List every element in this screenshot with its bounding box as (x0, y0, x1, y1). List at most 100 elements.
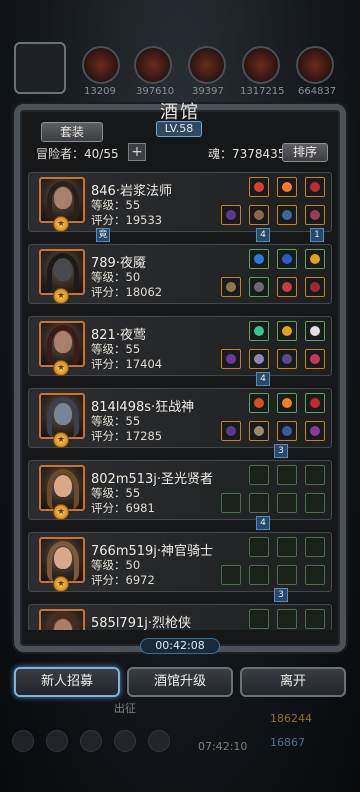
equipment-slot[interactable] (249, 349, 269, 369)
equipment-grid (221, 535, 332, 591)
info-row: 冒险者：40/55 + 魂：7378435 排序 (36, 143, 328, 163)
equipment-slot[interactable] (249, 277, 269, 297)
hero-card[interactable]: ★ 821·夜莺 等级：55 评分：17404 (28, 316, 332, 376)
hero-card[interactable]: ★ 814l498s·狂战神 等级：55 评分：17285 (28, 388, 332, 448)
empty-slot-icon[interactable] (221, 565, 241, 585)
equipment-grid (221, 463, 332, 519)
resource-slot-1[interactable] (82, 46, 120, 84)
empty-slot-icon[interactable] (305, 537, 325, 557)
equipment-slot[interactable] (277, 177, 297, 197)
empty-slot-icon[interactable] (305, 493, 325, 513)
hero-level: 等级：55 (91, 486, 141, 500)
equipment-slot[interactable] (305, 205, 325, 225)
empty-slot-icon[interactable] (221, 493, 241, 513)
link-tag: 1 (310, 228, 324, 242)
add-slot-button[interactable]: + (128, 143, 146, 161)
hero-score: 评分：17404 (91, 357, 163, 371)
equipment-slot[interactable] (305, 249, 325, 269)
empty-slot-icon[interactable] (249, 537, 269, 557)
hero-score: 评分：6981 (91, 501, 155, 515)
empty-slot-icon[interactable] (277, 565, 297, 585)
resource-slot-4[interactable] (242, 46, 280, 84)
top-resource-bar: 13209 397610 39397 1317215 664837 (0, 40, 360, 102)
hero-card[interactable]: 585l791j·烈枪侠 (28, 604, 332, 630)
equipment-slot[interactable] (249, 177, 269, 197)
equipment-slot[interactable] (277, 205, 297, 225)
equipment-slot[interactable] (277, 393, 297, 413)
hero-level: 等级：55 (91, 414, 141, 428)
equipment-grid (221, 391, 332, 447)
empty-slot-icon[interactable] (277, 537, 297, 557)
equipment-slot[interactable] (277, 249, 297, 269)
link-tag: 3 (274, 588, 288, 602)
empty-slot-icon[interactable] (277, 493, 297, 513)
resource-value-2: 397610 (136, 86, 175, 97)
skill-slot-icon[interactable] (12, 730, 34, 752)
equipment-slot[interactable] (305, 421, 325, 441)
resource-value-1: 13209 (84, 86, 116, 97)
empty-slot-icon[interactable] (277, 609, 297, 629)
resource-value-5: 664837 (298, 86, 337, 97)
link-tag: 竟 (96, 228, 110, 242)
resource-slot-2[interactable] (134, 46, 172, 84)
hero-portrait[interactable] (39, 609, 85, 630)
hero-list[interactable]: ★ 846·岩浆法师 等级：55 评分：19533 竟 4 1 ★ 789·夜魇… (28, 168, 332, 630)
resource-slot-5[interactable] (296, 46, 334, 84)
empty-slot-icon[interactable] (249, 609, 269, 629)
set-button[interactable]: 套装 (41, 122, 103, 142)
leave-button[interactable]: 离开 (240, 667, 346, 697)
equipment-slot[interactable] (305, 393, 325, 413)
hero-card[interactable]: ★ 766m519j·神官骑士 等级：50 评分：6972 (28, 532, 332, 592)
resource-slot-3[interactable] (188, 46, 226, 84)
skill-slot-icon[interactable] (148, 730, 170, 752)
skill-slot-icon[interactable] (46, 730, 68, 752)
equipment-slot[interactable] (221, 277, 241, 297)
hero-card[interactable]: ★ 802m513j·圣光贤者 等级：55 评分：6981 (28, 460, 332, 520)
equipment-grid (221, 319, 332, 375)
equipment-slot[interactable] (305, 321, 325, 341)
equipment-slot[interactable] (305, 277, 325, 297)
player-avatar[interactable] (14, 42, 66, 94)
expedition-label: 出征 (114, 702, 136, 715)
empty-slot-icon[interactable] (249, 465, 269, 485)
hero-level: 等级：55 (91, 342, 141, 356)
footer-bar: 出征 07:42:10 186244 16867 (0, 700, 360, 792)
recruit-button[interactable]: 新人招募 (14, 667, 120, 697)
equipment-slot[interactable] (249, 321, 269, 341)
equipment-slot[interactable] (221, 205, 241, 225)
equipment-slot[interactable] (221, 421, 241, 441)
refresh-timer: 00:42:08 (140, 638, 220, 654)
equipment-slot[interactable] (249, 421, 269, 441)
hero-score: 评分：17285 (91, 429, 163, 443)
equipment-slot[interactable] (249, 249, 269, 269)
equipment-slot[interactable] (305, 177, 325, 197)
link-tag: 4 (256, 516, 270, 530)
star-icon: ★ (53, 216, 69, 232)
skill-slot-icon[interactable] (114, 730, 136, 752)
equipment-grid (221, 175, 332, 231)
hero-level: 等级：55 (91, 198, 141, 212)
link-tag: 4 (256, 228, 270, 242)
equipment-slot[interactable] (305, 349, 325, 369)
link-tag: 3 (274, 444, 288, 458)
hero-score: 评分：19533 (91, 213, 163, 227)
equipment-slot[interactable] (249, 205, 269, 225)
equipment-slot[interactable] (249, 393, 269, 413)
equipment-slot[interactable] (277, 277, 297, 297)
empty-slot-icon[interactable] (305, 609, 325, 629)
equipment-slot[interactable] (221, 349, 241, 369)
skill-slot-icon[interactable] (80, 730, 102, 752)
equipment-slot[interactable] (277, 421, 297, 441)
hero-card[interactable]: ★ 846·岩浆法师 等级：55 评分：19533 (28, 172, 332, 232)
upgrade-tavern-button[interactable]: 酒馆升级 (127, 667, 233, 697)
hero-card[interactable]: ★ 789·夜魇 等级：50 评分：18062 (28, 244, 332, 304)
empty-slot-icon[interactable] (277, 465, 297, 485)
empty-slot-icon[interactable] (249, 565, 269, 585)
gem-amount: 16867 (270, 736, 305, 749)
empty-slot-icon[interactable] (305, 565, 325, 585)
empty-slot-icon[interactable] (305, 465, 325, 485)
sort-button[interactable]: 排序 (282, 143, 328, 162)
equipment-slot[interactable] (277, 349, 297, 369)
equipment-slot[interactable] (277, 321, 297, 341)
empty-slot-icon[interactable] (249, 493, 269, 513)
